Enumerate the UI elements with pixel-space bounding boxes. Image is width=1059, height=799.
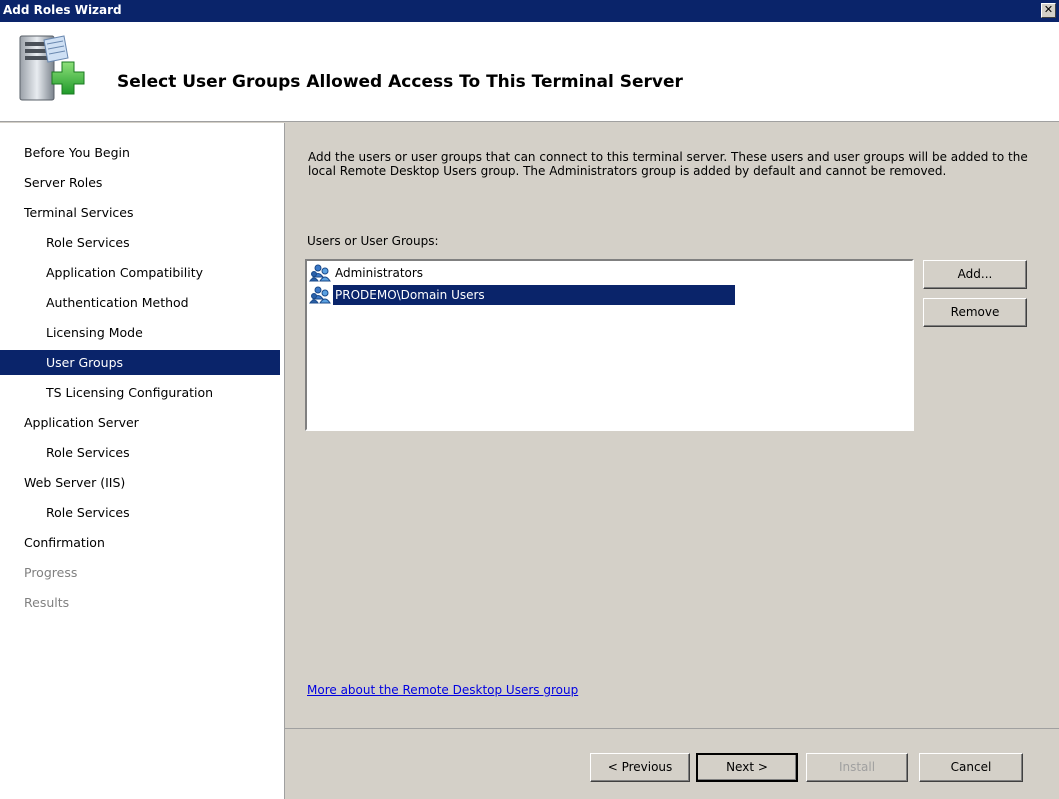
nav-item-app-server-role-services[interactable]: Role Services	[0, 440, 280, 465]
nav-item-before-you-begin[interactable]: Before You Begin	[0, 140, 280, 165]
user-group-icon	[309, 286, 331, 304]
wizard-navigation: Before You Begin Server Roles Terminal S…	[0, 123, 285, 799]
remote-desktop-users-help-link[interactable]: More about the Remote Desktop Users grou…	[307, 683, 578, 697]
page-description: Add the users or user groups that can co…	[308, 150, 1028, 178]
list-item-label: PRODEMO\Domain Users	[333, 285, 735, 305]
title-bar: Add Roles Wizard ✕	[0, 0, 1059, 22]
nav-item-iis-role-services[interactable]: Role Services	[0, 500, 280, 525]
nav-item-confirmation[interactable]: Confirmation	[0, 530, 280, 555]
nav-item-results: Results	[24, 595, 70, 610]
nav-item-application-server[interactable]: Application Server	[0, 410, 280, 435]
nav-item-authentication-method[interactable]: Authentication Method	[0, 290, 280, 315]
list-item-domain-users[interactable]: PRODEMO\Domain Users	[309, 285, 735, 305]
nav-item-server-roles[interactable]: Server Roles	[0, 170, 280, 195]
nav-item-user-groups[interactable]: User Groups	[0, 350, 280, 375]
previous-button[interactable]: < Previous	[590, 753, 690, 782]
close-button[interactable]: ✕	[1041, 3, 1056, 18]
add-button[interactable]: Add...	[923, 260, 1027, 289]
wizard-header: Select User Groups Allowed Access To Thi…	[0, 22, 1059, 122]
list-item-label: Administrators	[335, 266, 424, 280]
nav-item-licensing-mode[interactable]: Licensing Mode	[0, 320, 280, 345]
cancel-button[interactable]: Cancel	[919, 753, 1023, 782]
next-button[interactable]: Next >	[696, 753, 798, 782]
window-title: Add Roles Wizard	[3, 3, 122, 17]
user-groups-listbox[interactable]: Administrators PRODEMO\Domain Users	[305, 259, 914, 431]
nav-item-web-server-iis[interactable]: Web Server (IIS)	[0, 470, 280, 495]
wizard-footer: < Previous Next > Install Cancel	[285, 728, 1059, 799]
nav-item-application-compatibility[interactable]: Application Compatibility	[0, 260, 280, 285]
nav-item-ts-licensing-configuration[interactable]: TS Licensing Configuration	[0, 380, 280, 405]
nav-item-terminal-services[interactable]: Terminal Services	[0, 200, 280, 225]
user-groups-label: Users or User Groups:	[307, 234, 439, 248]
server-add-icon	[19, 35, 85, 101]
remove-button[interactable]: Remove	[923, 298, 1027, 327]
user-group-icon	[309, 264, 331, 282]
install-button: Install	[806, 753, 908, 782]
list-item-administrators[interactable]: Administrators	[309, 263, 425, 283]
close-icon: ✕	[1043, 3, 1054, 16]
wizard-content: Add the users or user groups that can co…	[285, 123, 1059, 728]
page-title: Select User Groups Allowed Access To Thi…	[117, 72, 683, 92]
nav-item-progress: Progress	[24, 565, 78, 580]
nav-item-ts-role-services[interactable]: Role Services	[0, 230, 280, 255]
